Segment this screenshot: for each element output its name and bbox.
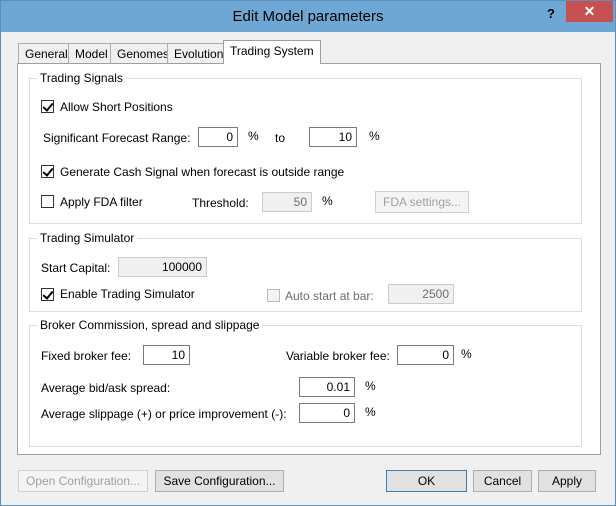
trading-simulator-group: Trading Simulator Start Capital: 100000 … [29, 231, 582, 312]
range-from-input[interactable]: 0 [198, 127, 238, 147]
threshold-unit: % [322, 194, 333, 208]
enable-simulator-checkbox[interactable] [41, 288, 54, 301]
tab-general[interactable]: General [18, 43, 75, 63]
close-button[interactable]: ✕ [566, 1, 613, 22]
variable-fee-label: Variable broker fee: [286, 349, 390, 363]
start-capital-label: Start Capital: [41, 261, 111, 275]
variable-fee-input[interactable]: 0 [397, 345, 454, 365]
range-to-unit: % [369, 129, 380, 143]
title-bar: Edit Model parameters ? ✕ [1, 1, 615, 32]
allow-short-checkbox[interactable] [41, 100, 54, 113]
slippage-input[interactable]: 0 [299, 403, 355, 423]
allow-short-label: Allow Short Positions [60, 100, 173, 114]
help-button[interactable]: ? [541, 6, 561, 24]
variable-fee-unit: % [461, 347, 472, 361]
slippage-unit: % [365, 405, 376, 419]
trading-signals-title: Trading Signals [37, 71, 126, 85]
range-to-input[interactable]: 10 [309, 127, 357, 147]
fixed-fee-label: Fixed broker fee: [41, 349, 132, 363]
fixed-fee-input[interactable]: 10 [143, 345, 190, 365]
tab-evolution[interactable]: Evolution [167, 43, 231, 63]
fda-filter-checkbox[interactable] [41, 195, 54, 208]
fda-filter-label: Apply FDA filter [60, 195, 143, 209]
tab-trading-system[interactable]: Trading System [223, 40, 321, 64]
range-to-label: to [275, 131, 286, 145]
auto-start-input[interactable]: 2500 [388, 284, 454, 304]
auto-start-checkbox[interactable] [267, 289, 280, 302]
spread-label: Average bid/ask spread: [41, 381, 171, 395]
range-from-unit: % [248, 129, 259, 143]
slippage-label: Average slippage (+) or price improvemen… [41, 407, 287, 421]
trading-simulator-title: Trading Simulator [37, 231, 138, 245]
enable-simulator-label: Enable Trading Simulator [60, 287, 195, 301]
cancel-button[interactable]: Cancel [473, 470, 532, 492]
ok-button[interactable]: OK [386, 470, 467, 492]
tab-model[interactable]: Model [68, 43, 115, 63]
broker-commission-title: Broker Commission, spread and slippage [37, 318, 263, 332]
threshold-input[interactable]: 50 [262, 192, 312, 212]
forecast-range-label: Significant Forecast Range: [43, 131, 191, 145]
trading-system-panel: Trading Signals Allow Short Positions Si… [17, 63, 601, 455]
fda-settings-button[interactable]: FDA settings... [375, 191, 469, 213]
cash-signal-checkbox[interactable] [41, 165, 54, 178]
spread-unit: % [365, 379, 376, 393]
save-configuration-button[interactable]: Save Configuration... [155, 470, 284, 492]
trading-signals-group: Trading Signals Allow Short Positions Si… [29, 71, 582, 224]
window-title: Edit Model parameters [232, 8, 384, 25]
start-capital-input[interactable]: 100000 [118, 257, 207, 277]
apply-button[interactable]: Apply [538, 470, 596, 492]
auto-start-label: Auto start at bar: [285, 289, 374, 303]
threshold-label: Threshold: [192, 196, 249, 210]
open-configuration-button[interactable]: Open Configuration... [18, 470, 148, 492]
spread-input[interactable]: 0.01 [299, 377, 355, 397]
cash-signal-label: Generate Cash Signal when forecast is ou… [60, 165, 345, 179]
edit-model-dialog: Edit Model parameters ? ✕ General Model … [0, 0, 616, 506]
broker-commission-group: Broker Commission, spread and slippage F… [29, 318, 582, 447]
